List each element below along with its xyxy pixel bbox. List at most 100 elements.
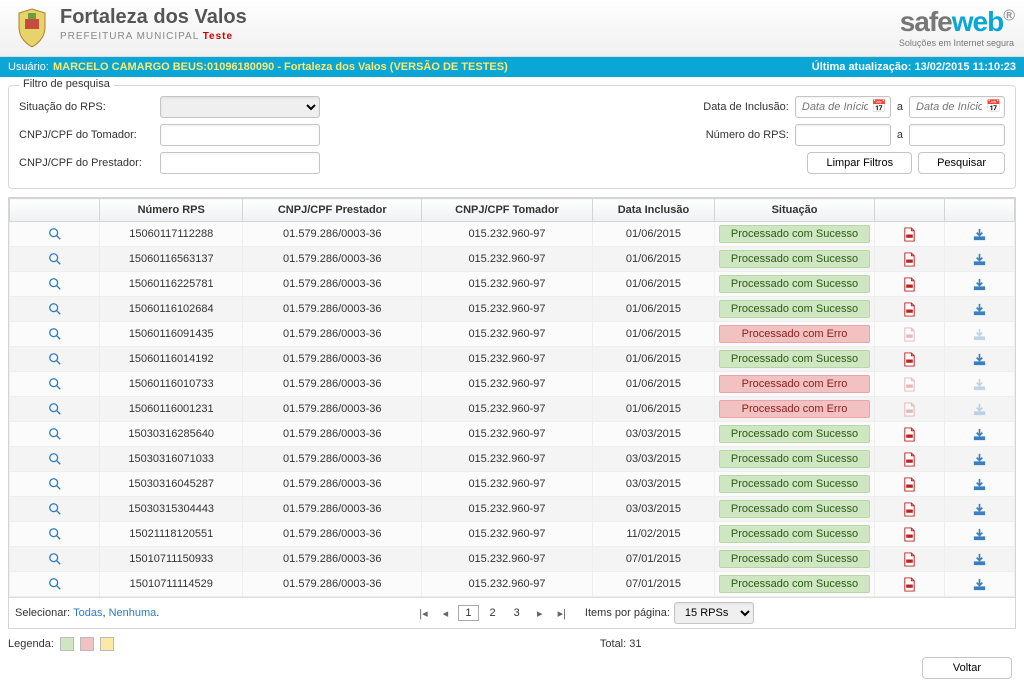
pdf-icon[interactable] — [902, 476, 917, 490]
pesquisar-button[interactable]: Pesquisar — [918, 152, 1005, 174]
cnpj-tomador-input[interactable] — [160, 124, 320, 146]
view-icon[interactable] — [48, 278, 62, 290]
download-icon[interactable] — [972, 228, 987, 240]
view-icon[interactable] — [48, 253, 62, 265]
download-icon[interactable] — [972, 478, 987, 490]
items-per-page-select[interactable]: 15 RPSs — [674, 602, 754, 624]
cell-data: 01/06/2015 — [592, 272, 714, 297]
first-page-icon[interactable]: |◂ — [414, 604, 432, 622]
download-icon[interactable] — [972, 553, 987, 565]
cell-data: 01/06/2015 — [592, 247, 714, 272]
pdf-icon[interactable] — [902, 501, 917, 515]
view-icon[interactable] — [48, 353, 62, 365]
table-row: 1503031628564001.579.286/0003-36015.232.… — [10, 422, 1015, 447]
last-page-icon[interactable]: ▸| — [553, 604, 571, 622]
view-icon[interactable] — [48, 453, 62, 465]
cnpj-prestador-label: CNPJ/CPF do Prestador: — [19, 157, 154, 169]
numero-rps-end-input[interactable] — [909, 124, 1005, 146]
cell-tomador: 015.232.960-97 — [422, 422, 593, 447]
download-icon — [972, 328, 987, 340]
pdf-icon[interactable] — [902, 226, 917, 240]
view-icon[interactable] — [48, 528, 62, 540]
table-row: 1502111812055101.579.286/0003-36015.232.… — [10, 522, 1015, 547]
status-badge: Processado com Sucesso — [719, 450, 870, 468]
pdf-icon[interactable] — [902, 576, 917, 590]
teste-label: Teste — [203, 31, 233, 42]
cell-tomador: 015.232.960-97 — [422, 522, 593, 547]
cell-data: 03/03/2015 — [592, 472, 714, 497]
download-icon[interactable] — [972, 528, 987, 540]
limpar-button[interactable]: Limpar Filtros — [807, 152, 912, 174]
calendar-icon[interactable]: 📅 — [872, 99, 887, 113]
view-icon[interactable] — [48, 553, 62, 565]
cell-prestador: 01.579.286/0003-36 — [243, 322, 422, 347]
view-icon[interactable] — [48, 503, 62, 515]
download-icon[interactable] — [972, 503, 987, 515]
download-icon[interactable] — [972, 578, 987, 590]
cell-data: 03/03/2015 — [592, 422, 714, 447]
view-icon[interactable] — [48, 378, 62, 390]
cell-prestador: 01.579.286/0003-36 — [243, 547, 422, 572]
table-row: 1506011711228801.579.286/0003-36015.232.… — [10, 222, 1015, 247]
pdf-icon[interactable] — [902, 276, 917, 290]
status-badge: Processado com Sucesso — [719, 425, 870, 443]
pdf-icon — [902, 326, 917, 340]
download-icon — [972, 403, 987, 415]
filter-legend: Filtro de pesquisa — [19, 78, 114, 90]
cell-prestador: 01.579.286/0003-36 — [243, 297, 422, 322]
calendar-icon[interactable]: 📅 — [986, 99, 1001, 113]
col-prestador[interactable]: CNPJ/CPF Prestador — [243, 199, 422, 222]
download-icon[interactable] — [972, 428, 987, 440]
next-page-icon[interactable]: ▸ — [531, 604, 549, 622]
pdf-icon[interactable] — [902, 351, 917, 365]
view-icon[interactable] — [48, 228, 62, 240]
pdf-icon[interactable] — [902, 451, 917, 465]
cell-data: 11/02/2015 — [592, 522, 714, 547]
cnpj-prestador-input[interactable] — [160, 152, 320, 174]
numero-rps-start-input[interactable] — [795, 124, 891, 146]
download-icon[interactable] — [972, 353, 987, 365]
prev-page-icon[interactable]: ◂ — [436, 604, 454, 622]
status-badge: Processado com Sucesso — [719, 225, 870, 243]
download-icon[interactable] — [972, 303, 987, 315]
view-icon[interactable] — [48, 478, 62, 490]
download-icon[interactable] — [972, 453, 987, 465]
pdf-icon[interactable] — [902, 551, 917, 565]
pdf-icon[interactable] — [902, 251, 917, 265]
select-none-link[interactable]: Nenhuma — [109, 607, 157, 619]
view-icon[interactable] — [48, 428, 62, 440]
page-1[interactable]: 1 — [458, 605, 478, 621]
pdf-icon[interactable] — [902, 301, 917, 315]
status-badge: Processado com Sucesso — [719, 525, 870, 543]
cell-numero: 15030316045287 — [100, 472, 243, 497]
page-2[interactable]: 2 — [483, 605, 503, 621]
cell-prestador: 01.579.286/0003-36 — [243, 272, 422, 297]
col-situacao[interactable]: Situação — [715, 199, 875, 222]
cell-data: 01/06/2015 — [592, 372, 714, 397]
col-data[interactable]: Data Inclusão — [592, 199, 714, 222]
pdf-icon[interactable] — [902, 526, 917, 540]
cnpj-tomador-label: CNPJ/CPF do Tomador: — [19, 129, 154, 141]
view-icon[interactable] — [48, 403, 62, 415]
cell-numero: 15060116091435 — [100, 322, 243, 347]
cell-tomador: 015.232.960-97 — [422, 397, 593, 422]
pdf-icon[interactable] — [902, 426, 917, 440]
download-icon[interactable] — [972, 253, 987, 265]
download-icon[interactable] — [972, 278, 987, 290]
select-all-link[interactable]: Todas — [73, 607, 102, 619]
table-row: 1506011622578101.579.286/0003-36015.232.… — [10, 272, 1015, 297]
view-icon[interactable] — [48, 578, 62, 590]
col-numero[interactable]: Número RPS — [100, 199, 243, 222]
cell-data: 07/01/2015 — [592, 572, 714, 597]
last-update: Última atualização: 13/02/2015 11:10:23 — [812, 61, 1016, 73]
voltar-button[interactable]: Voltar — [922, 657, 1012, 679]
view-icon[interactable] — [48, 328, 62, 340]
table-row: 1506011656313701.579.286/0003-36015.232.… — [10, 247, 1015, 272]
cell-tomador: 015.232.960-97 — [422, 547, 593, 572]
col-tomador[interactable]: CNPJ/CPF Tomador — [422, 199, 593, 222]
view-icon[interactable] — [48, 303, 62, 315]
situacao-select[interactable] — [160, 96, 320, 118]
header: Fortaleza dos Valos PREFEITURA MUNICIPAL… — [0, 0, 1024, 57]
a-sep-1: a — [897, 101, 903, 113]
page-3[interactable]: 3 — [507, 605, 527, 621]
